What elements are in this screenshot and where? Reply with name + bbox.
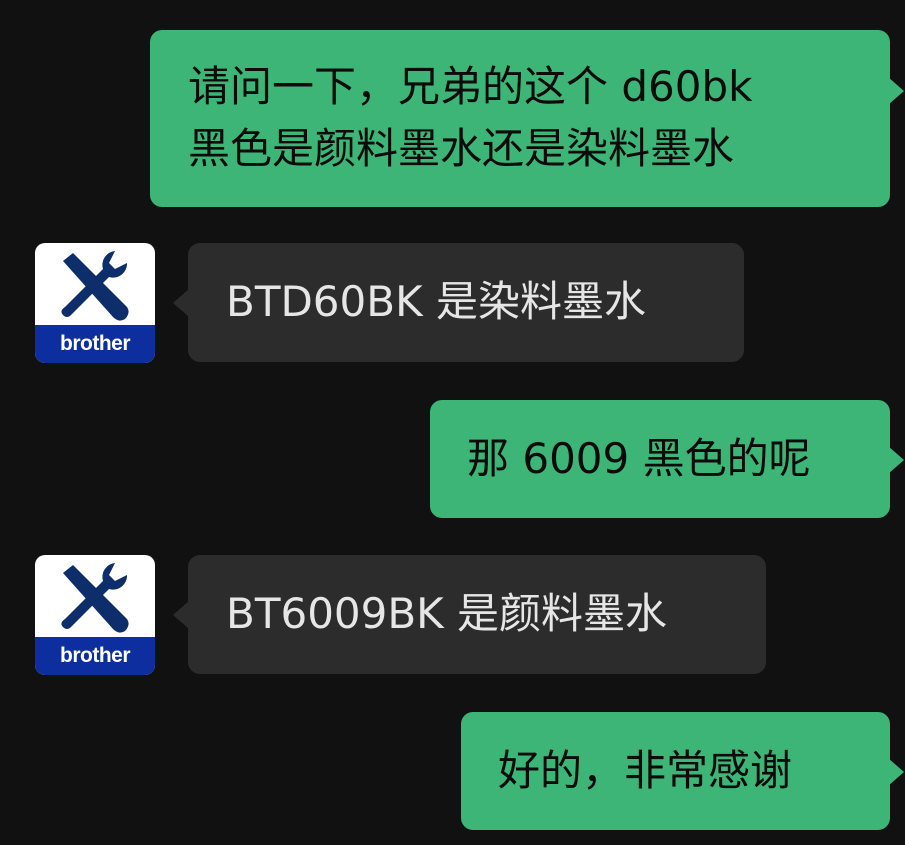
- brand-logo: brother: [35, 325, 155, 363]
- avatar[interactable]: brother: [35, 243, 155, 363]
- bubble-tail: [888, 446, 904, 474]
- bubble-tail: [173, 289, 189, 317]
- wrench-screwdriver-icon: [61, 251, 129, 321]
- message-bubble[interactable]: 请问一下，兄弟的这个 d60bk 黑色是颜料墨水还是染料墨水: [150, 30, 890, 207]
- bubble-tail: [888, 758, 904, 786]
- brand-logo: brother: [35, 637, 155, 675]
- avatar[interactable]: brother: [35, 555, 155, 675]
- bubble-tail: [173, 601, 189, 629]
- message-bubble[interactable]: BTD60BK 是染料墨水: [188, 243, 744, 362]
- wrench-screwdriver-icon: [61, 563, 129, 633]
- message-bubble[interactable]: BT6009BK 是颜料墨水: [188, 555, 766, 674]
- bubble-tail: [888, 77, 904, 105]
- message-bubble[interactable]: 好的，非常感谢: [461, 712, 890, 830]
- message-bubble[interactable]: 那 6009 黑色的呢: [430, 400, 890, 518]
